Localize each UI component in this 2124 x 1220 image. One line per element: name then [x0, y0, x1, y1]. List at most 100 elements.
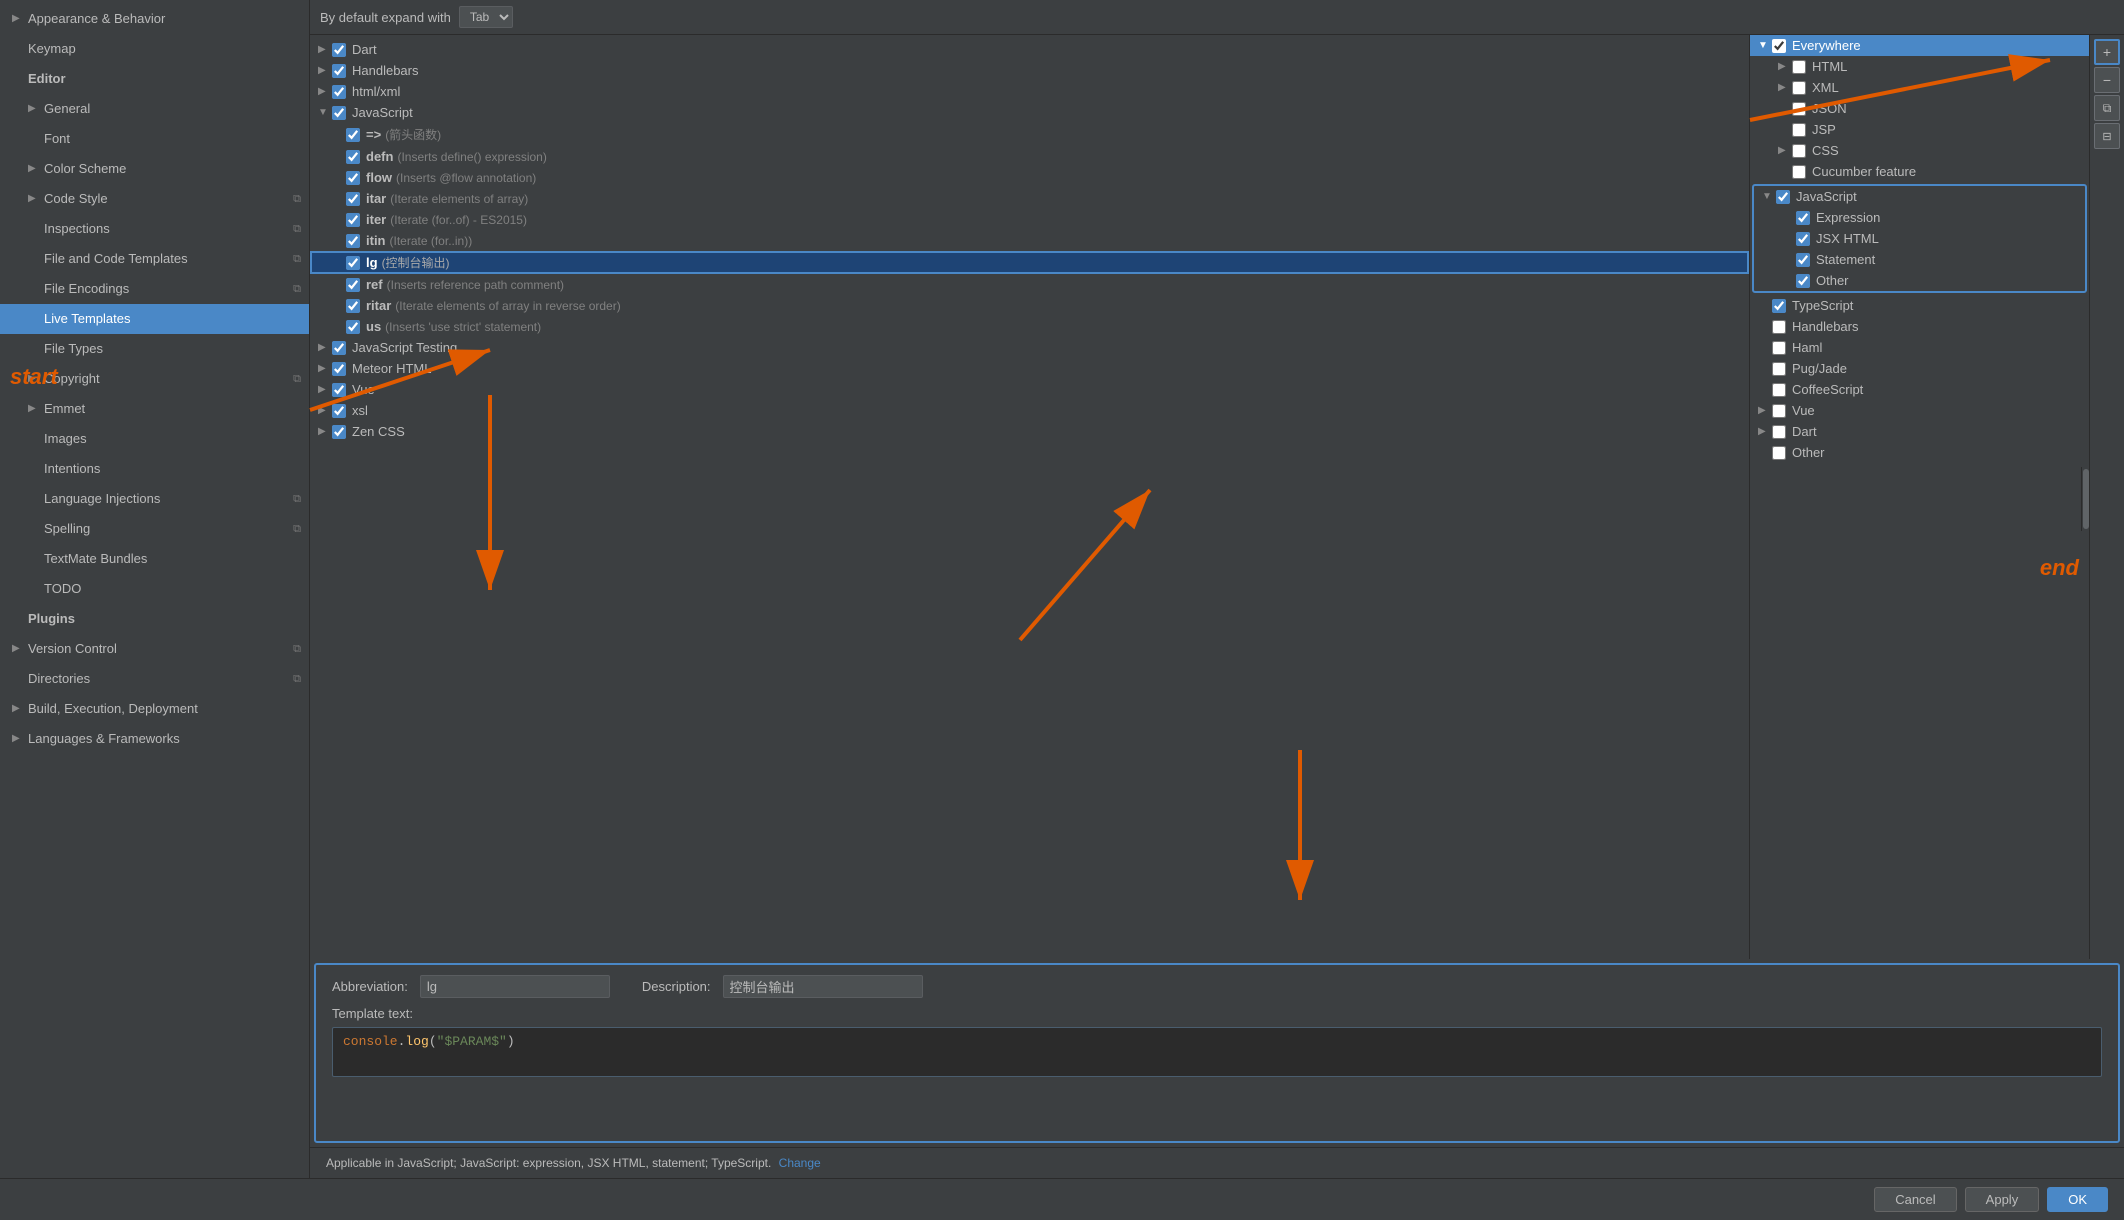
ctx-checkbox-everywhere[interactable]: [1772, 39, 1786, 53]
item-checkbox[interactable]: [346, 150, 360, 164]
sidebar-item-keymap[interactable]: Keymap: [0, 34, 309, 64]
group-html-xml[interactable]: ▶ html/xml: [310, 81, 1749, 102]
group-xsl[interactable]: ▶ xsl: [310, 400, 1749, 421]
sidebar-item-todo[interactable]: TODO: [0, 574, 309, 604]
group-checkbox-xsl[interactable]: [332, 404, 346, 418]
ctx-checkbox-other[interactable]: [1772, 446, 1786, 460]
ctx-checkbox-xml[interactable]: [1792, 81, 1806, 95]
ctx-checkbox-jsp[interactable]: [1792, 123, 1806, 137]
ctx-dart[interactable]: ▶ Dart: [1750, 421, 2089, 442]
ctx-statement[interactable]: Statement: [1754, 249, 2085, 270]
ctx-checkbox-dart[interactable]: [1772, 425, 1786, 439]
sidebar-item-version-control[interactable]: ▶ Version Control ⧉: [0, 634, 309, 664]
ctx-expression[interactable]: Expression: [1754, 207, 2085, 228]
cancel-button[interactable]: Cancel: [1874, 1187, 1956, 1212]
sidebar-item-general[interactable]: ▶ General: [0, 94, 309, 124]
sidebar-item-intentions[interactable]: Intentions: [0, 454, 309, 484]
item-checkbox[interactable]: [346, 278, 360, 292]
item-checkbox[interactable]: [346, 256, 360, 270]
template-item-iter[interactable]: iter (Iterate (for..of) - ES2015): [310, 209, 1749, 230]
group-zen-css[interactable]: ▶ Zen CSS: [310, 421, 1749, 442]
sidebar-item-build[interactable]: ▶ Build, Execution, Deployment: [0, 694, 309, 724]
abbreviation-input[interactable]: [420, 975, 610, 998]
template-item-ritar[interactable]: ritar (Iterate elements of array in reve…: [310, 295, 1749, 316]
sidebar-item-code-style[interactable]: ▶ Code Style ⧉: [0, 184, 309, 214]
sidebar-item-live-templates[interactable]: Live Templates: [0, 304, 309, 334]
sidebar-item-file-templates[interactable]: File and Code Templates ⧉: [0, 244, 309, 274]
group-checkbox-handlebars[interactable]: [332, 64, 346, 78]
ctx-checkbox-pug[interactable]: [1772, 362, 1786, 376]
ctx-jsx-html[interactable]: JSX HTML: [1754, 228, 2085, 249]
sidebar-item-file-encodings[interactable]: File Encodings ⧉: [0, 274, 309, 304]
ctx-vue[interactable]: ▶ Vue: [1750, 400, 2089, 421]
group-checkbox-zen-css[interactable]: [332, 425, 346, 439]
sidebar-item-inspections[interactable]: Inspections ⧉: [0, 214, 309, 244]
ctx-checkbox-javascript[interactable]: [1776, 190, 1790, 204]
item-checkbox[interactable]: [346, 213, 360, 227]
group-handlebars[interactable]: ▶ Handlebars: [310, 60, 1749, 81]
sidebar-item-plugins[interactable]: Plugins: [0, 604, 309, 634]
ctx-pug[interactable]: Pug/Jade: [1750, 358, 2089, 379]
group-checkbox-html-xml[interactable]: [332, 85, 346, 99]
expand-select[interactable]: Tab: [459, 6, 513, 28]
item-checkbox[interactable]: [346, 128, 360, 142]
group-checkbox-dart[interactable]: [332, 43, 346, 57]
ctx-checkbox-jsx-html[interactable]: [1796, 232, 1810, 246]
description-input[interactable]: [723, 975, 923, 998]
sidebar-item-emmet[interactable]: ▶ Emmet: [0, 394, 309, 424]
ctx-checkbox-coffeescript[interactable]: [1772, 383, 1786, 397]
sidebar-item-color-scheme[interactable]: ▶ Color Scheme: [0, 154, 309, 184]
template-item-flow[interactable]: flow (Inserts @flow annotation): [310, 167, 1749, 188]
ctx-haml[interactable]: Haml: [1750, 337, 2089, 358]
item-checkbox[interactable]: [346, 320, 360, 334]
ctx-checkbox-css[interactable]: [1792, 144, 1806, 158]
ctx-everywhere[interactable]: ▼ Everywhere: [1750, 35, 2089, 56]
ctx-checkbox-expression[interactable]: [1796, 211, 1810, 225]
template-item-itin[interactable]: itin (Iterate (for..in)): [310, 230, 1749, 251]
ctx-checkbox-statement[interactable]: [1796, 253, 1810, 267]
apply-button[interactable]: Apply: [1965, 1187, 2040, 1212]
item-checkbox[interactable]: [346, 171, 360, 185]
ctx-checkbox-handlebars[interactable]: [1772, 320, 1786, 334]
item-checkbox[interactable]: [346, 192, 360, 206]
template-item-ref[interactable]: ref (Inserts reference path comment): [310, 274, 1749, 295]
sidebar-item-file-types[interactable]: File Types: [0, 334, 309, 364]
group-checkbox-vue[interactable]: [332, 383, 346, 397]
template-text-editor[interactable]: console.log("$PARAM$"): [332, 1027, 2102, 1077]
sidebar-item-languages[interactable]: ▶ Languages & Frameworks: [0, 724, 309, 754]
ctx-cucumber[interactable]: Cucumber feature: [1750, 161, 2089, 182]
template-item-us[interactable]: us (Inserts 'use strict' statement): [310, 316, 1749, 337]
group-checkbox-meteor-html[interactable]: [332, 362, 346, 376]
remove-button[interactable]: −: [2094, 67, 2120, 93]
group-javascript[interactable]: ▼ JavaScript: [310, 102, 1749, 123]
ctx-checkbox-cucumber[interactable]: [1792, 165, 1806, 179]
ctx-jsp[interactable]: JSP: [1750, 119, 2089, 140]
template-item-arrow[interactable]: => (箭头函数): [310, 123, 1749, 146]
group-checkbox-javascript[interactable]: [332, 106, 346, 120]
ctx-typescript[interactable]: TypeScript: [1750, 295, 2089, 316]
group-dart[interactable]: ▶ Dart: [310, 39, 1749, 60]
template-item-lg[interactable]: lg (控制台输出): [310, 251, 1749, 274]
expand-button[interactable]: ⊟: [2094, 123, 2120, 149]
item-checkbox[interactable]: [346, 299, 360, 313]
group-vue[interactable]: ▶ Vue: [310, 379, 1749, 400]
ctx-other-js[interactable]: Other: [1754, 270, 2085, 291]
sidebar-item-font[interactable]: Font: [0, 124, 309, 154]
ctx-checkbox-json[interactable]: [1792, 102, 1806, 116]
change-link[interactable]: Change: [779, 1156, 821, 1170]
template-item-itar[interactable]: itar (Iterate elements of array): [310, 188, 1749, 209]
ctx-checkbox-other-js[interactable]: [1796, 274, 1810, 288]
ctx-checkbox-vue[interactable]: [1772, 404, 1786, 418]
sidebar-item-images[interactable]: Images: [0, 424, 309, 454]
ctx-json[interactable]: JSON: [1750, 98, 2089, 119]
item-checkbox[interactable]: [346, 234, 360, 248]
ctx-handlebars[interactable]: Handlebars: [1750, 316, 2089, 337]
group-meteor-html[interactable]: ▶ Meteor HTML: [310, 358, 1749, 379]
ctx-other[interactable]: Other: [1750, 442, 2089, 463]
ctx-xml[interactable]: ▶ XML: [1750, 77, 2089, 98]
ctx-html[interactable]: ▶ HTML: [1750, 56, 2089, 77]
sidebar-item-appearance[interactable]: ▶ Appearance & Behavior: [0, 4, 309, 34]
ctx-checkbox-haml[interactable]: [1772, 341, 1786, 355]
copy-button[interactable]: ⧉: [2094, 95, 2120, 121]
template-item-defn[interactable]: defn (Inserts define() expression): [310, 146, 1749, 167]
